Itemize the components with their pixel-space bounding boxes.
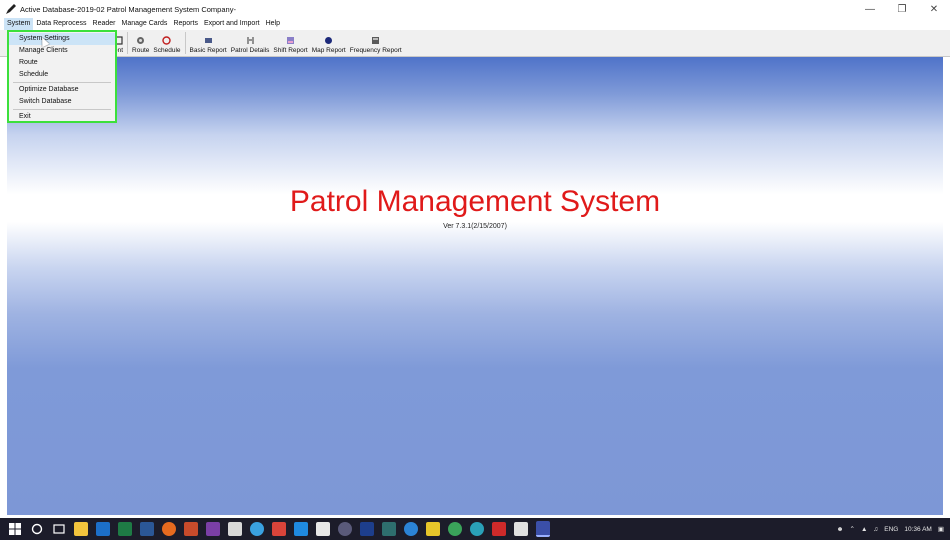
frequency-report-button[interactable]: Frequency Report [348,32,404,56]
people-icon[interactable]: ☻ [837,526,844,533]
paint-icon[interactable] [272,522,286,536]
system-tray: ☻ ⌃ ▲ ♫ ENG 10:36 AM ▣ [831,518,944,540]
menu-reports[interactable]: Reports [170,18,201,30]
menu-export-import[interactable]: Export and Import [201,18,263,30]
taskbar: ☻ ⌃ ▲ ♫ ENG 10:36 AM ▣ [0,518,950,540]
chrome-icon[interactable] [448,522,462,536]
document-icon[interactable] [228,522,242,536]
patrol-details-icon [246,36,255,45]
basic-report-icon [204,36,213,45]
search-icon[interactable] [30,522,44,536]
map-report-icon [324,36,333,45]
patrol-details-button[interactable]: Patrol Details [229,32,272,56]
edge-icon[interactable] [404,522,418,536]
route-button[interactable]: Route [130,32,151,56]
tray-chevron-icon[interactable]: ⌃ [850,525,855,533]
menu-separator [13,109,111,110]
window-title: Active Database-2019-02 Patrol Managemen… [20,4,236,14]
route-label: Route [132,47,150,54]
basic-report-label: Basic Report [189,47,227,54]
menu-item-switch-database[interactable]: Switch Database [9,96,115,108]
map-report-button[interactable]: Map Report [310,32,348,56]
menu-item-exit[interactable]: Exit [9,111,115,123]
menu-item-manage-clients[interactable]: Manage Clients [9,45,115,57]
sticky-notes-icon[interactable] [426,522,440,536]
menu-system[interactable]: System [4,18,34,30]
word-icon[interactable] [140,522,154,536]
acrobat-icon[interactable] [492,522,506,536]
menu-data-reprocess[interactable]: Data Reprocess [33,18,89,30]
menu-bar: System Data Reprocess Reader Manage Card… [0,18,950,30]
shift-report-button[interactable]: Shift Report [271,32,309,56]
volume-icon[interactable]: ♫ [873,526,878,533]
menu-reader[interactable]: Reader [90,18,119,30]
photos-icon[interactable] [514,522,528,536]
shift-report-label: Shift Report [273,47,308,54]
clock[interactable]: 10:36 AM [904,526,931,533]
powerpoint-icon[interactable] [184,522,198,536]
version-label: Ver 7.3.1(2/15/2007) [443,223,507,230]
menu-item-route[interactable]: Route [9,57,115,69]
onedrive-icon[interactable] [294,522,308,536]
patrol-app-icon[interactable] [536,521,550,537]
patrol-details-label: Patrol Details [230,47,270,54]
language-indicator[interactable]: ENG [884,526,898,533]
toolbar-separator [184,32,186,54]
route-icon [136,36,145,45]
frequency-report-label: Frequency Report [349,47,402,54]
excel-icon[interactable] [118,522,132,536]
schedule-icon [162,36,172,45]
schedule-label: Schedule [153,47,181,54]
menu-item-system-settings[interactable]: System Settings [9,33,115,45]
network-icon[interactable]: ▲ [861,526,867,533]
close-button[interactable]: ✕ [918,0,950,18]
menu-item-schedule[interactable]: Schedule [9,69,115,81]
basic-report-button[interactable]: Basic Report [188,32,229,56]
map-report-label: Map Report [311,47,346,54]
menu-item-optimize-database[interactable]: Optimize Database [9,84,115,96]
firefox-icon[interactable] [162,522,176,536]
system-menu-dropdown: System Settings Manage Clients Route Sch… [7,30,117,123]
toolbar: ent Route Schedule Basic Report Patrol D… [0,30,950,57]
toolbar-separator [127,32,129,54]
app-icon[interactable] [316,522,330,536]
schedule-button[interactable]: Schedule [151,32,182,56]
menu-separator [13,82,111,83]
settings-icon[interactable] [470,522,484,536]
onenote-icon[interactable] [206,522,220,536]
notifications-icon[interactable]: ▣ [938,525,944,533]
menu-manage-cards[interactable]: Manage Cards [119,18,171,30]
app-title: Patrol Management System [289,185,661,218]
task-view-icon[interactable] [52,522,66,536]
main-area: Patrol Management System Ver 7.3.1(2/15/… [7,57,943,515]
chrome-icon[interactable] [250,522,264,536]
outlook-icon[interactable] [96,522,110,536]
windows-start-icon[interactable] [8,522,22,536]
web-icon[interactable] [338,522,352,536]
minimize-button[interactable]: — [854,0,886,18]
maximize-button[interactable]: ❐ [886,0,918,18]
title-bar: Active Database-2019-02 Patrol Managemen… [0,0,950,18]
app-icon[interactable] [360,522,374,536]
frequency-report-icon [371,36,380,45]
pencil-icon [5,3,17,15]
app-icon[interactable] [382,522,396,536]
menu-help[interactable]: Help [263,18,283,30]
shift-report-icon [286,36,295,45]
file-explorer-icon[interactable] [74,522,88,536]
